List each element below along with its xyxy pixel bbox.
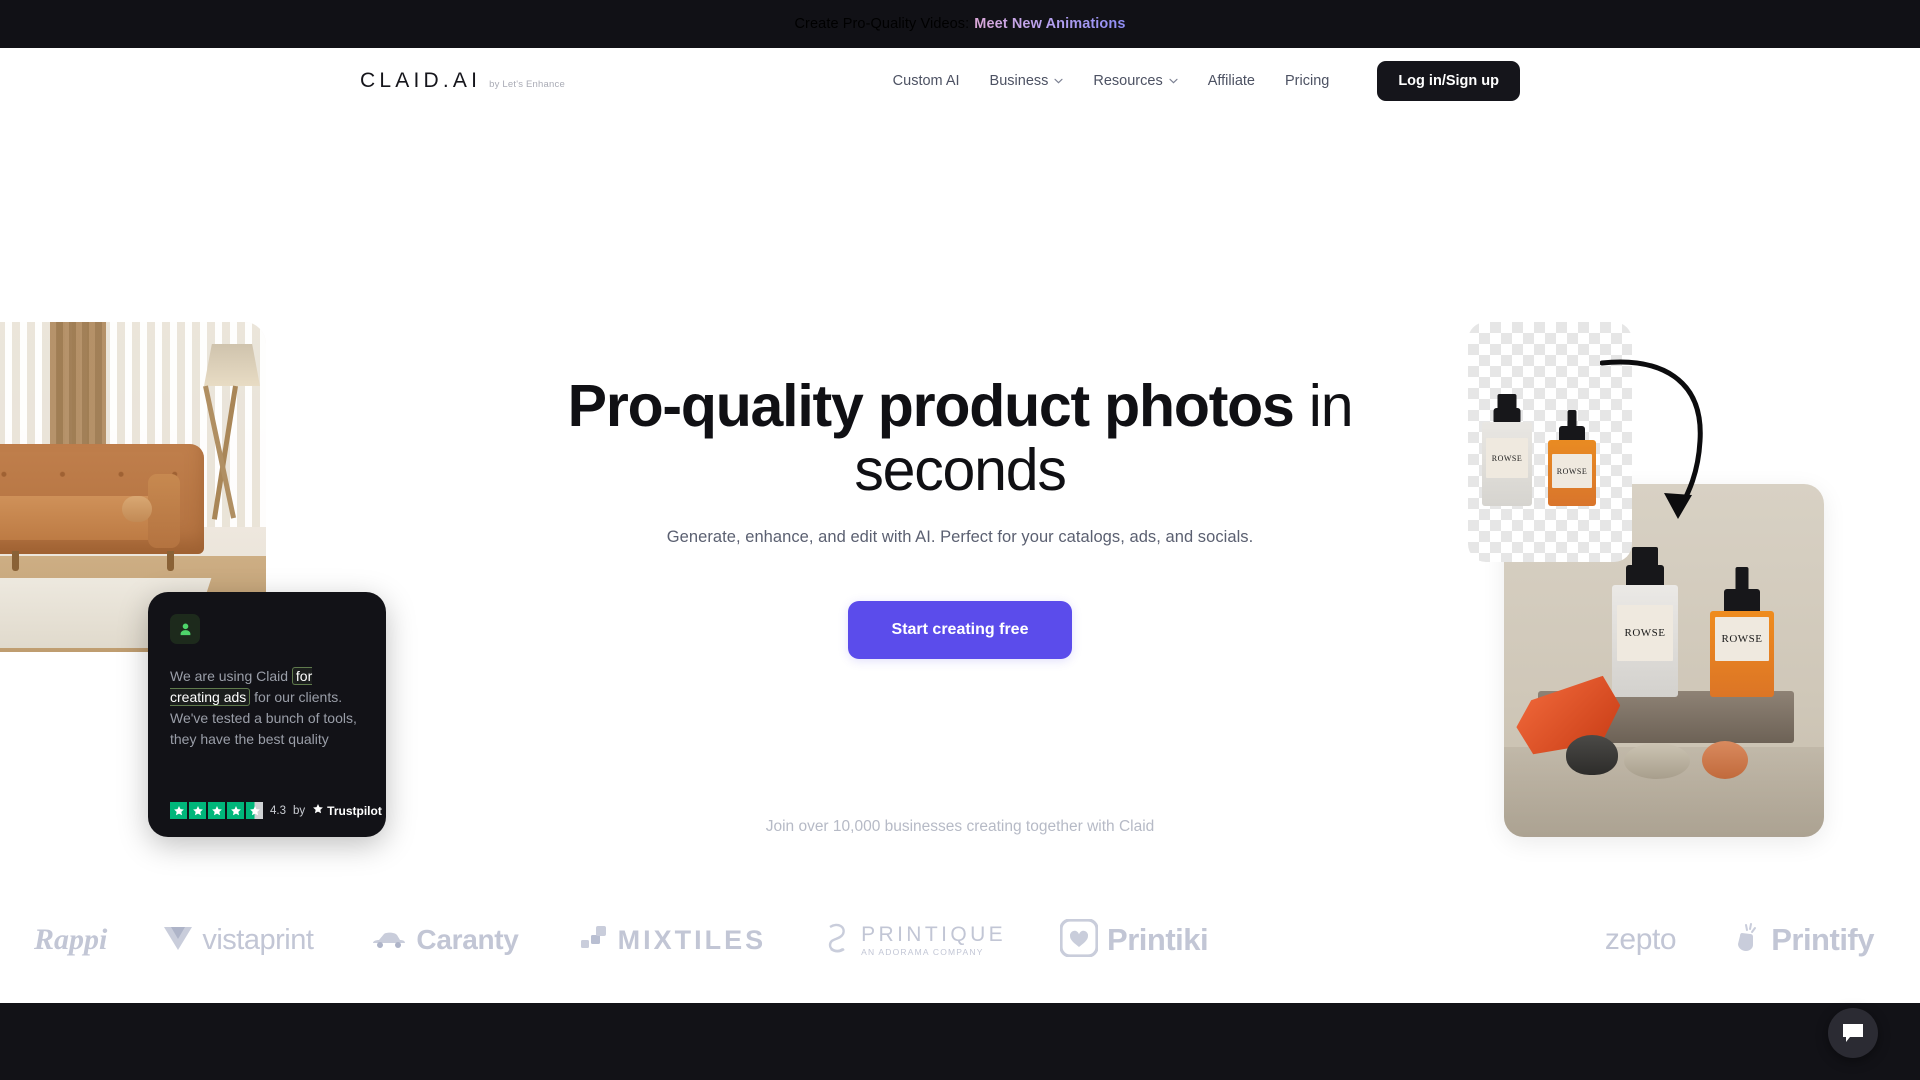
mixtiles-squares-icon	[580, 925, 609, 956]
logo-printique: PRINTIQUE AN ADORAMA COMPANY	[824, 921, 1006, 960]
logo-label: Printify	[1771, 922, 1874, 957]
star-icon	[189, 802, 206, 819]
dropper-bottle-cutout: ROWSE	[1548, 410, 1596, 506]
logo-label: vistaprint	[202, 923, 314, 956]
nav-label: Pricing	[1285, 72, 1330, 89]
printify-hand-icon	[1734, 922, 1762, 959]
logo-label: PRINTIQUE	[861, 922, 1007, 946]
client-logo-strip: Rappi vistaprint Caranty MIXTILES PRINTI…	[0, 905, 1920, 975]
nav-label: Affiliate	[1207, 72, 1255, 89]
star-rating	[170, 802, 263, 819]
star-icon	[170, 802, 187, 819]
headline-bold: Pro-quality product photos	[567, 373, 1295, 439]
quote-part-1: We are using Claid	[170, 668, 292, 684]
chevron-down-icon	[1054, 78, 1063, 84]
testimonial-card: We are using Claid for creating ads for …	[148, 592, 386, 837]
logo-subtitle: by Let's Enhance	[489, 78, 565, 90]
rating-by-label: by	[293, 804, 306, 817]
site-header: CLAID.AI by Let's Enhance Custom AI Busi…	[0, 48, 1920, 113]
nav-item-affiliate[interactable]: Affiliate	[1208, 73, 1255, 89]
logo-text: CLAID.AI	[360, 68, 482, 92]
logo-label: MIXTILES	[617, 924, 767, 955]
chevron-down-icon	[1169, 78, 1178, 84]
logo-label: Rappi	[34, 923, 108, 956]
hero-subheadline: Generate, enhance, and edit with AI. Per…	[666, 528, 1254, 547]
nav-item-business[interactable]: Business	[990, 73, 1064, 89]
main-navigation: Custom AI Business Resources Affiliate P…	[893, 60, 1920, 101]
bottle-label: ROWSE	[1486, 438, 1528, 478]
banner-text: Create Pro-Quality Videos:	[794, 16, 970, 32]
vistaprint-mark-icon	[163, 925, 193, 956]
rating-value: 4.3	[270, 804, 286, 817]
bottle-label: ROWSE	[1551, 454, 1593, 488]
nav-item-custom-ai[interactable]: Custom AI	[893, 73, 960, 89]
chat-bubble-icon[interactable]	[1828, 1008, 1878, 1058]
footer-strip	[0, 1003, 1920, 1080]
printiki-frame-icon	[1059, 917, 1099, 962]
page-title: Pro-quality product photos in seconds	[510, 373, 1410, 502]
car-icon	[371, 927, 407, 954]
logo-label: zepto	[1604, 923, 1677, 956]
nav-label: Resources	[1093, 72, 1163, 89]
logo-mixtiles: MIXTILES	[580, 924, 767, 956]
logo[interactable]: CLAID.AI by Let's Enhance	[360, 69, 565, 93]
trustpilot-rating: 4.3 by Trustpilot	[170, 802, 382, 819]
trustpilot-brand: Trustpilot	[312, 803, 382, 818]
transparent-background-product-card: ROWSE ROWSE	[1468, 322, 1632, 562]
star-icon	[227, 802, 244, 819]
bottle-label: ROWSE	[1715, 617, 1769, 661]
logo-label: Caranty	[416, 924, 519, 955]
logo-printify: Printify	[1734, 922, 1874, 959]
star-icon-half	[246, 802, 263, 819]
logo-sublabel: AN ADORAMA COMPANY	[861, 946, 984, 957]
bottle-label: ROWSE	[1617, 605, 1673, 661]
banner-link[interactable]: Meet New Animations	[974, 16, 1125, 32]
person-icon	[170, 614, 200, 644]
logo-vistaprint: vistaprint	[163, 923, 314, 957]
logo-rappi: Rappi	[34, 923, 107, 957]
nav-item-resources[interactable]: Resources	[1093, 72, 1178, 89]
nav-label: Custom AI	[892, 72, 960, 89]
start-creating-free-button[interactable]: Start creating free	[847, 601, 1073, 660]
announcement-banner: Create Pro-Quality Videos: Meet New Anim…	[0, 0, 1920, 48]
printique-swirl-icon	[824, 921, 852, 960]
star-icon	[208, 802, 225, 819]
logo-label: Printiki	[1107, 922, 1209, 957]
testimonial-quote: We are using Claid for creating ads for …	[170, 666, 364, 750]
dropper-bottle-styled: ROWSE	[1710, 567, 1774, 697]
nav-item-pricing[interactable]: Pricing	[1285, 73, 1329, 89]
logo-zepto: zepto	[1604, 923, 1677, 957]
spray-bottle-cutout: ROWSE	[1482, 394, 1532, 506]
logo-printiki: Printiki	[1059, 917, 1209, 962]
nav-label: Business	[989, 72, 1049, 89]
hero-section: We are using Claid for creating ads for …	[0, 113, 1920, 873]
login-signup-button[interactable]: Log in/Sign up	[1377, 60, 1520, 101]
trustpilot-star-icon	[312, 803, 324, 818]
logo-caranty: Caranty	[371, 924, 519, 956]
trustpilot-label: Trustpilot	[327, 803, 382, 818]
spray-bottle-styled: ROWSE	[1612, 547, 1678, 697]
